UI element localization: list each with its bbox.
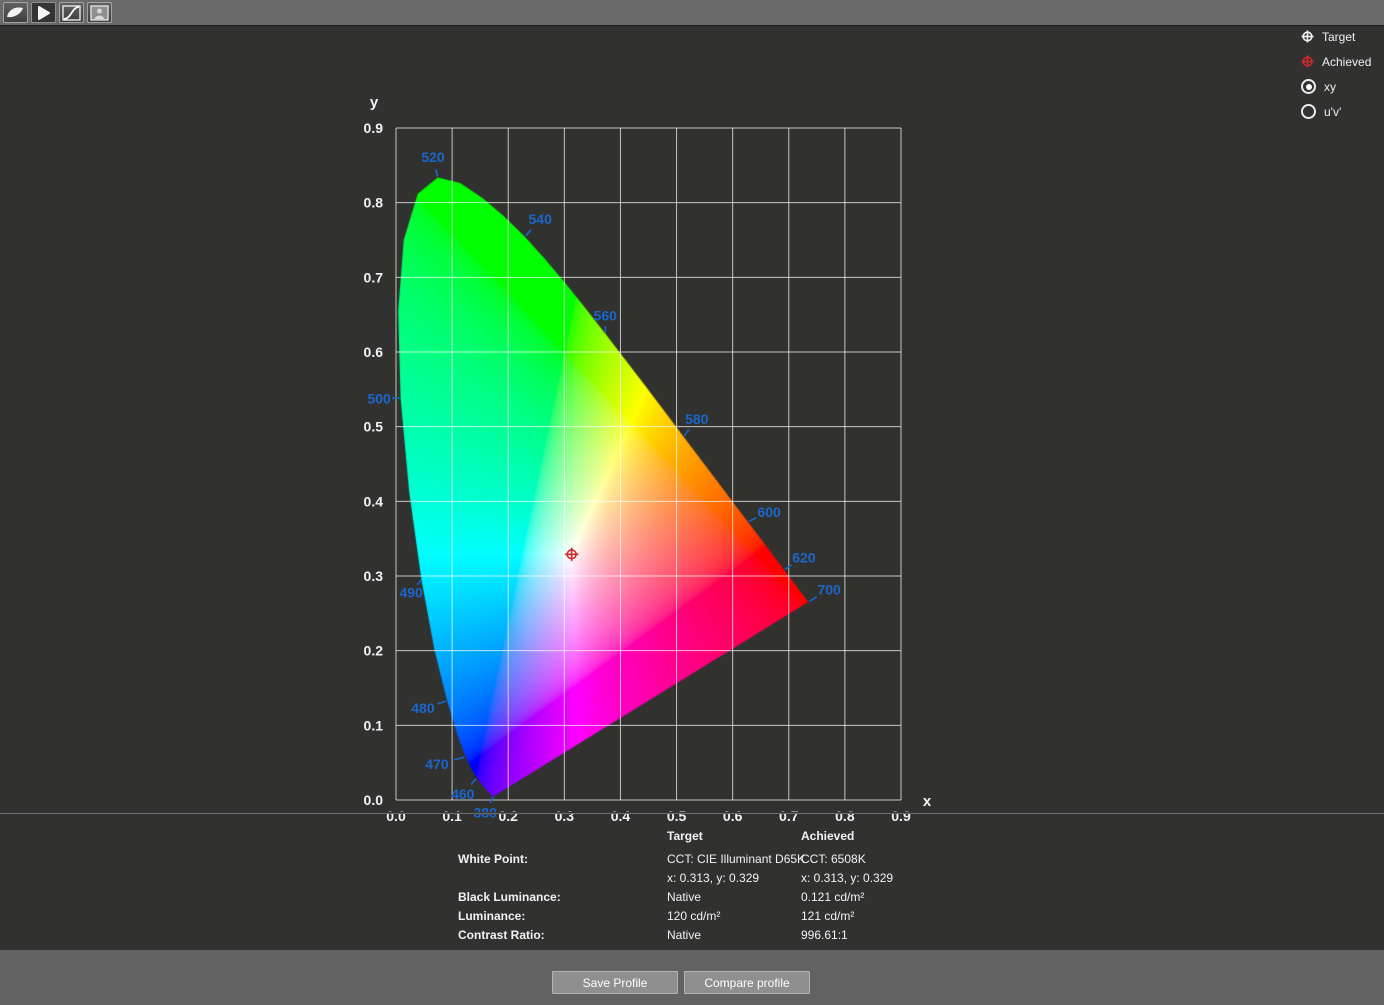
tone-curve-icon	[62, 5, 81, 21]
svg-text:0.6: 0.6	[364, 344, 384, 360]
legend-target-label: Target	[1322, 30, 1355, 44]
compare-profile-button[interactable]: Compare profile	[684, 971, 810, 994]
svg-text:0.0: 0.0	[386, 808, 406, 824]
gamut-icon	[6, 5, 25, 20]
svg-text:0.7: 0.7	[779, 808, 799, 824]
svg-text:0.9: 0.9	[364, 120, 384, 136]
save-profile-button[interactable]: Save Profile	[552, 971, 678, 994]
legend-achieved: Achieved	[1301, 54, 1371, 69]
target-column-header: Target	[667, 827, 801, 846]
chromaticity-diagram-icon	[35, 5, 52, 21]
svg-text:500: 500	[367, 390, 391, 406]
test-image-icon	[90, 5, 109, 21]
test-image-view-button[interactable]	[87, 2, 112, 23]
table-row-black-luminance: Black Luminance: Native 0.121 cd/m²	[458, 888, 1061, 907]
legend-target: Target	[1301, 29, 1371, 44]
svg-text:0.0: 0.0	[364, 792, 384, 808]
svg-text:0.5: 0.5	[667, 808, 687, 824]
svg-text:0.3: 0.3	[364, 568, 384, 584]
table-row-luminance: Luminance: 120 cd/m² 121 cd/m²	[458, 907, 1061, 926]
radio-row-uv: u'v'	[1301, 104, 1371, 119]
panel-separator	[0, 812, 1384, 814]
table-row-white-point: White Point: CCT: CIE Illuminant D65K CC…	[458, 850, 1061, 869]
svg-text:0.9: 0.9	[891, 808, 911, 824]
xy-radio-label[interactable]: xy	[1324, 80, 1336, 94]
chromaticity-chart: 0.00.00.10.10.20.20.30.30.40.40.50.50.60…	[0, 27, 1384, 813]
svg-text:0.8: 0.8	[364, 195, 384, 211]
table-row-white-point-xy: x: 0.313, y: 0.329 x: 0.313, y: 0.329	[458, 869, 1061, 888]
table-row-contrast-ratio: Contrast Ratio: Native 996.61:1	[458, 926, 1061, 945]
gamut-view-button[interactable]	[3, 2, 28, 23]
svg-text:0.2: 0.2	[364, 643, 384, 659]
achieved-marker-icon	[1301, 55, 1314, 68]
svg-text:0.2: 0.2	[498, 808, 518, 824]
svg-text:0.8: 0.8	[835, 808, 855, 824]
legend-achieved-label: Achieved	[1322, 55, 1371, 69]
achieved-column-header: Achieved	[801, 827, 1061, 846]
uv-radio[interactable]	[1301, 104, 1316, 119]
xy-radio[interactable]	[1301, 79, 1316, 94]
gamut-horseshoe-canvas	[396, 128, 901, 800]
measurement-summary-table: Target Achieved White Point: CCT: CIE Il…	[458, 827, 1061, 945]
svg-text:x: x	[923, 793, 932, 810]
svg-text:y: y	[370, 94, 379, 111]
tone-curve-view-button[interactable]	[59, 2, 84, 23]
svg-text:0.7: 0.7	[364, 269, 384, 285]
svg-text:0.1: 0.1	[442, 808, 462, 824]
svg-text:0.3: 0.3	[555, 808, 575, 824]
svg-text:0.1: 0.1	[364, 717, 384, 733]
footer-bar: Save Profile Compare profile	[0, 950, 1384, 1005]
toolbar	[0, 0, 1384, 26]
radio-row-xy: xy	[1301, 79, 1371, 94]
svg-text:0.6: 0.6	[723, 808, 743, 824]
svg-text:0.5: 0.5	[364, 419, 384, 435]
table-header-row: Target Achieved	[458, 827, 1061, 846]
svg-text:0.4: 0.4	[364, 493, 384, 509]
chart-legend: Target Achieved xy u'v'	[1301, 29, 1371, 129]
chromaticity-view-button[interactable]	[31, 2, 56, 23]
target-marker-icon	[1301, 30, 1314, 43]
svg-text:0.4: 0.4	[611, 808, 631, 824]
uv-radio-label[interactable]: u'v'	[1324, 105, 1341, 119]
